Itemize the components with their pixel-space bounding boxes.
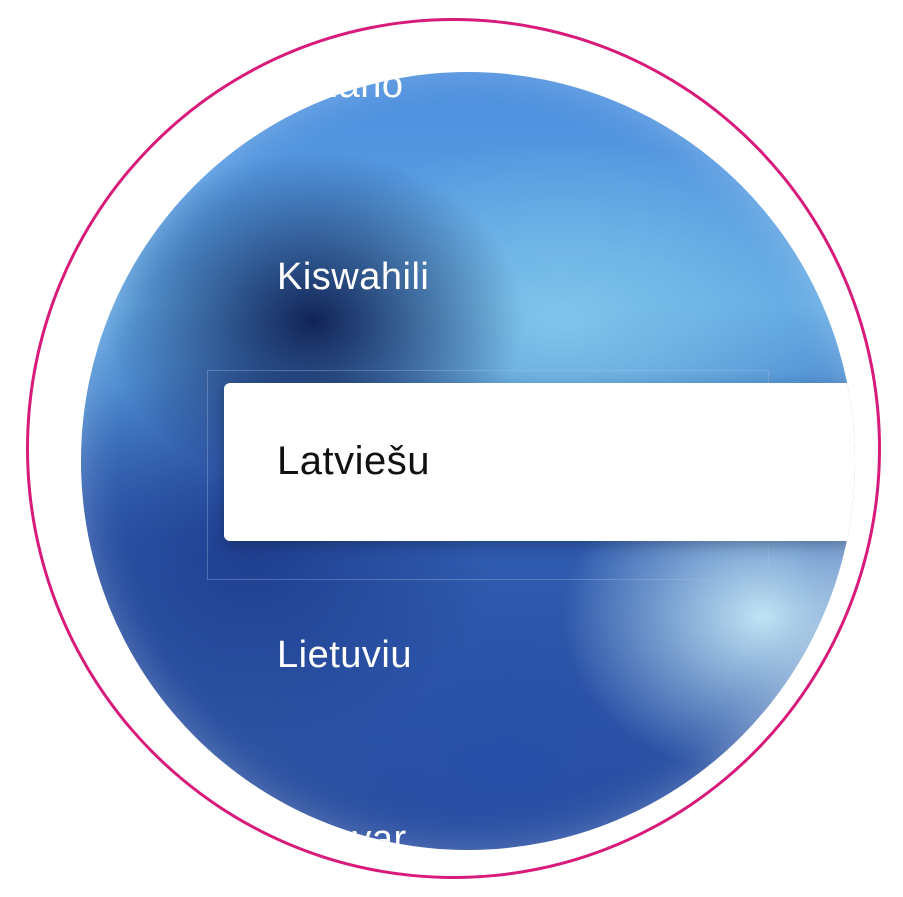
- language-list-viewport: Italiano Kiswahili Latviešu Lietuviu Mag…: [81, 72, 855, 850]
- focus-outline: [207, 370, 769, 580]
- language-item-latviesu-selected[interactable]: Latviešu: [224, 383, 855, 541]
- selected-language-label: Latviešu: [277, 439, 430, 483]
- language-item-magyar[interactable]: Magyar: [277, 818, 407, 850]
- language-item-kiswahili[interactable]: Kiswahili: [277, 256, 429, 299]
- language-item-lietuviu[interactable]: Lietuviu: [277, 634, 412, 677]
- language-item-italiano[interactable]: Italiano: [277, 72, 404, 107]
